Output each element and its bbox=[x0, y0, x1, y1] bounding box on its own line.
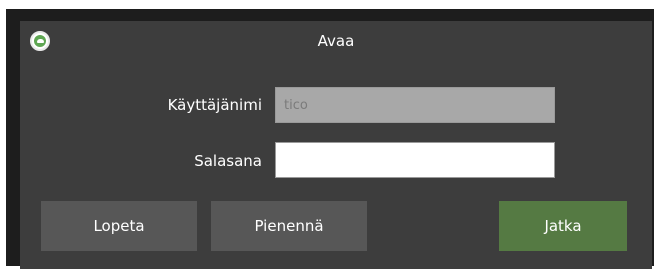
minimize-button[interactable]: Pienennä bbox=[211, 201, 367, 251]
password-label: Salasana bbox=[194, 152, 262, 170]
title-bar: Avaa bbox=[20, 21, 652, 59]
page: Avaa Käyttäjänimi Salasana Lopeta Pienen… bbox=[0, 0, 660, 269]
username-field[interactable] bbox=[275, 87, 555, 123]
username-label: Käyttäjänimi bbox=[167, 96, 262, 114]
login-dialog: Avaa Käyttäjänimi Salasana Lopeta Pienen… bbox=[20, 21, 652, 269]
continue-button[interactable]: Jatka bbox=[499, 201, 627, 251]
dialog-title: Avaa bbox=[317, 32, 355, 50]
dialog-frame: Avaa Käyttäjänimi Salasana Lopeta Pienen… bbox=[6, 9, 654, 269]
quit-button[interactable]: Lopeta bbox=[41, 201, 197, 251]
password-field[interactable] bbox=[275, 142, 555, 178]
